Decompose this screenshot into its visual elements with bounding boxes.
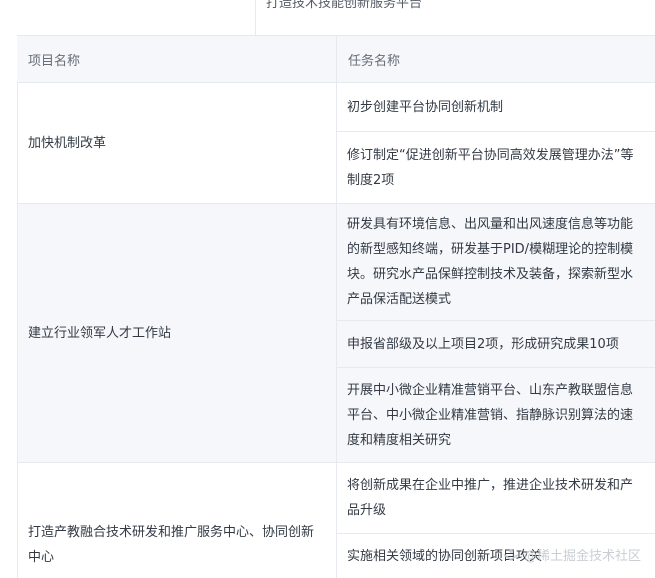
header-task-name: 任务名称	[336, 36, 655, 83]
task-cell: 开展中小微企业精准营销平台、山东产教联盟信息平台、中小微企业精准营销、指静脉识别…	[336, 368, 655, 462]
task-name: 开展中小微企业精准营销平台、山东产教联盟信息平台、中小微企业精准营销、指静脉识别…	[347, 382, 634, 448]
project-name: 建立行业领军人才工作站	[28, 325, 172, 341]
task-name: 将创新成果在企业中推广，推进企业技术研发和产品升级	[347, 478, 634, 518]
juejin-logo-icon	[503, 548, 519, 561]
top-row-right-cell: 打造技术技能创新服务平台	[255, 0, 655, 35]
task-cell: 研发具有环境信息、出风量和出风速度信息等功能的新型感知终端，研发基于PID/模糊…	[336, 204, 655, 320]
top-row-right-text: 打造技术技能创新服务平台	[266, 0, 423, 11]
task-name: 研发具有环境信息、出风量和出风速度信息等功能的新型感知终端，研发基于PID/模糊…	[347, 217, 634, 307]
top-row-left-cell: -	[17, 0, 255, 35]
header-project-name: 项目名称	[28, 54, 81, 69]
task-name: 初步创建平台协同创新机制	[347, 99, 504, 115]
project-name: 加快机制改革	[28, 135, 107, 151]
table-row-project: 建立行业领军人才工作站	[17, 204, 336, 462]
task-cell: 申报省部级及以上项目2项，形成研究成果10项	[336, 321, 655, 367]
top-row-left-text: -	[27, 0, 32, 7]
project-name: 打造产教融合技术研发和推广服务中心、协同创新中心	[28, 525, 315, 565]
table-row-project: 加快机制改革	[17, 83, 336, 203]
task-name: 申报省部级及以上项目2项，形成研究成果10项	[347, 336, 619, 352]
task-cell: 修订制定“促进创新平台协同高效发展管理办法”等制度2项	[336, 132, 655, 203]
table-header: 项目名称 任务名称	[17, 35, 655, 83]
task-name: 修订制定“促进创新平台协同高效发展管理办法”等制度2项	[347, 147, 634, 188]
task-cell: 初步创建平台协同创新机制	[336, 83, 655, 131]
task-cell: 将创新成果在企业中推广，推进企业技术研发和产品升级	[336, 463, 655, 533]
watermark-text: @稀土掘金技术社区	[523, 549, 641, 564]
watermark: @稀土掘金技术社区	[502, 545, 641, 564]
table-row-project: 打造产教融合技术研发和推广服务中心、协同创新中心	[17, 463, 336, 578]
